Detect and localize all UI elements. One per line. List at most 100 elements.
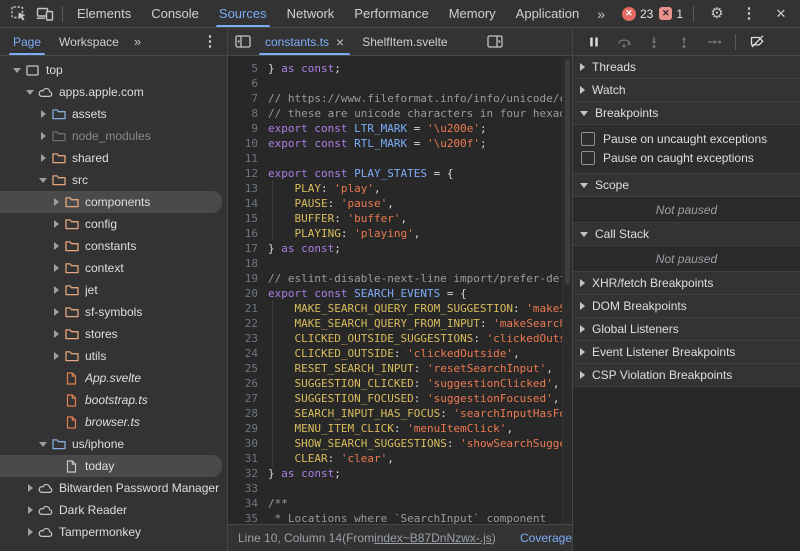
tree-item-config[interactable]: config: [0, 213, 227, 235]
tree-item-bitwarden-password-manager[interactable]: Bitwarden Password Manager: [0, 477, 227, 499]
navigator-menu-icon[interactable]: ⋮: [197, 30, 223, 54]
tree-item-constants[interactable]: constants: [0, 235, 227, 257]
section-dom-breakpoints[interactable]: DOM Breakpoints: [573, 294, 800, 317]
tree-item-browser-ts[interactable]: browser.ts: [0, 411, 227, 433]
tree-item-dark-reader[interactable]: Dark Reader: [0, 499, 227, 521]
tree-item-us-iphone[interactable]: us/iphone: [0, 433, 227, 455]
expander-down-icon[interactable]: [36, 177, 50, 183]
navigator-tab-page[interactable]: Page: [4, 28, 50, 55]
expander-down-icon[interactable]: [23, 89, 37, 95]
tree-item-src[interactable]: src: [0, 169, 227, 191]
tree-item-components[interactable]: components: [0, 191, 222, 213]
expander-right-icon[interactable]: [23, 484, 37, 492]
line-number-gutter[interactable]: 5: [228, 61, 268, 76]
kebab-menu-icon[interactable]: ⋮: [736, 2, 762, 26]
tree-item-utils[interactable]: utils: [0, 345, 227, 367]
line-number-gutter[interactable]: 17: [228, 241, 268, 256]
close-tab-icon[interactable]: ×: [336, 35, 344, 49]
deactivate-breakpoints-button[interactable]: [744, 30, 770, 54]
tree-item-context[interactable]: context: [0, 257, 227, 279]
checkbox-row-pause-on-caught-exceptions[interactable]: Pause on caught exceptions: [573, 148, 800, 167]
expander-down-icon[interactable]: [36, 441, 50, 447]
section-global-listeners[interactable]: Global Listeners: [573, 317, 800, 340]
section-csp-violation-breakpoints[interactable]: CSP Violation Breakpoints: [573, 363, 800, 386]
line-number-gutter[interactable]: 19: [228, 271, 268, 286]
line-number-gutter[interactable]: 22: [228, 316, 268, 331]
tree-item-shared[interactable]: shared: [0, 147, 227, 169]
checkbox-row-pause-on-uncaught-exceptions[interactable]: Pause on uncaught exceptions: [573, 129, 800, 148]
checkbox-icon[interactable]: [581, 150, 595, 165]
settings-gear-icon[interactable]: ⚙: [704, 2, 730, 26]
tree-item-today[interactable]: today: [0, 455, 222, 477]
sourcemap-link[interactable]: index~B87DnNzwx-.js: [374, 531, 492, 545]
top-tab-sources[interactable]: Sources: [209, 0, 277, 27]
expander-right-icon[interactable]: [49, 352, 63, 360]
line-number-gutter[interactable]: 16: [228, 226, 268, 241]
line-number-gutter[interactable]: 11: [228, 151, 268, 166]
step-over-button[interactable]: [611, 30, 637, 54]
line-number-gutter[interactable]: 25: [228, 361, 268, 376]
section-breakpoints[interactable]: Breakpoints: [573, 101, 800, 124]
step-out-button[interactable]: [671, 30, 697, 54]
line-number-gutter[interactable]: 12: [228, 166, 268, 181]
pause-button[interactable]: [581, 30, 607, 54]
more-panels-icon[interactable]: »: [589, 6, 613, 22]
tree-item-top[interactable]: top: [0, 59, 227, 81]
line-number-gutter[interactable]: 18: [228, 256, 268, 271]
device-toolbar-icon[interactable]: [32, 2, 58, 26]
line-number-gutter[interactable]: 13: [228, 181, 268, 196]
section-xhr-fetch-breakpoints[interactable]: XHR/fetch Breakpoints: [573, 271, 800, 294]
expander-right-icon[interactable]: [36, 110, 50, 118]
expander-right-icon[interactable]: [49, 198, 63, 206]
line-number-gutter[interactable]: 15: [228, 211, 268, 226]
line-number-gutter[interactable]: 32: [228, 466, 268, 481]
line-number-gutter[interactable]: 20: [228, 286, 268, 301]
tree-item-sf-symbols[interactable]: sf-symbols: [0, 301, 227, 323]
line-number-gutter[interactable]: 33: [228, 481, 268, 496]
expander-right-icon[interactable]: [49, 242, 63, 250]
tree-item-tampermonkey[interactable]: Tampermonkey: [0, 521, 227, 543]
top-tab-network[interactable]: Network: [277, 0, 345, 27]
expander-right-icon[interactable]: [23, 506, 37, 514]
section-watch[interactable]: Watch: [573, 78, 800, 101]
tree-item-stores[interactable]: stores: [0, 323, 227, 345]
line-number-gutter[interactable]: 26: [228, 376, 268, 391]
section-event-listener-breakpoints[interactable]: Event Listener Breakpoints: [573, 340, 800, 363]
line-number-gutter[interactable]: 24: [228, 346, 268, 361]
line-number-gutter[interactable]: 34: [228, 496, 268, 511]
toggle-navigator-icon[interactable]: [230, 30, 256, 54]
editor-tab-constants-ts[interactable]: constants.ts ×: [256, 28, 353, 55]
line-number-gutter[interactable]: 14: [228, 196, 268, 211]
line-number-gutter[interactable]: 35: [228, 511, 268, 524]
line-number-gutter[interactable]: 7: [228, 91, 268, 106]
expander-right-icon[interactable]: [36, 132, 50, 140]
issues-badge[interactable]: ✕ 1: [659, 7, 683, 21]
expander-right-icon[interactable]: [49, 264, 63, 272]
inspect-element-icon[interactable]: [6, 2, 32, 26]
editor-tab-shelfitem-svelte[interactable]: ShelfItem.svelte: [353, 28, 456, 55]
section-call-stack[interactable]: Call Stack: [573, 222, 800, 245]
console-errors-badge[interactable]: ✕ 23: [621, 6, 653, 21]
tree-item-bootstrap-ts[interactable]: bootstrap.ts: [0, 389, 227, 411]
expander-down-icon[interactable]: [10, 67, 24, 73]
line-number-gutter[interactable]: 8: [228, 106, 268, 121]
line-number-gutter[interactable]: 21: [228, 301, 268, 316]
section-scope[interactable]: Scope: [573, 173, 800, 196]
line-number-gutter[interactable]: 27: [228, 391, 268, 406]
toggle-debugger-sidebar-icon[interactable]: [482, 30, 508, 54]
expander-right-icon[interactable]: [36, 154, 50, 162]
tree-item-apps-apple-com[interactable]: apps.apple.com: [0, 81, 227, 103]
section-threads[interactable]: Threads: [573, 56, 800, 78]
top-tab-performance[interactable]: Performance: [344, 0, 438, 27]
expander-right-icon[interactable]: [49, 330, 63, 338]
editor-scrollbar[interactable]: [562, 56, 572, 524]
line-number-gutter[interactable]: 28: [228, 406, 268, 421]
more-navigator-tabs-icon[interactable]: »: [128, 34, 147, 49]
step-into-button[interactable]: [641, 30, 667, 54]
line-number-gutter[interactable]: 31: [228, 451, 268, 466]
top-tab-memory[interactable]: Memory: [439, 0, 506, 27]
top-tab-application[interactable]: Application: [506, 0, 590, 27]
expander-right-icon[interactable]: [23, 528, 37, 536]
line-number-gutter[interactable]: 6: [228, 76, 268, 91]
line-number-gutter[interactable]: 10: [228, 136, 268, 151]
